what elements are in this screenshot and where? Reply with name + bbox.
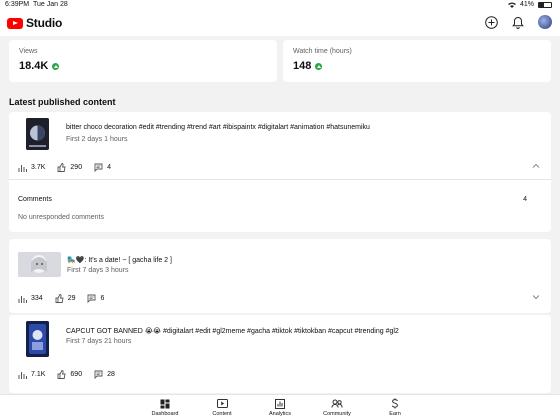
views-metric: 3.7K <box>18 164 45 172</box>
watch-time-card[interactable]: Watch time (hours) 148 <box>283 40 551 82</box>
comments-count: 4 <box>523 196 527 203</box>
trend-up-icon <box>315 62 323 70</box>
thumbnail-image-icon <box>26 321 49 357</box>
comment-icon <box>94 163 103 172</box>
dashboard-scroll[interactable]: Views 18.4K Watch time (hours) 148 Lates… <box>0 36 560 394</box>
no-unresponded-comments: No unresponded comments <box>18 214 104 221</box>
chevron-up-icon[interactable] <box>531 161 541 171</box>
analytics-icon <box>18 295 27 303</box>
bottom-nav: Dashboard Content Analytics Community Ea… <box>0 394 560 420</box>
nav-content[interactable]: Content <box>197 398 247 417</box>
bell-icon[interactable] <box>511 15 525 29</box>
status-right: 41% <box>507 1 552 8</box>
divider <box>9 179 551 180</box>
chevron-down-icon[interactable] <box>531 292 541 302</box>
nav-dashboard[interactable]: Dashboard <box>140 398 190 417</box>
avatar[interactable] <box>538 15 552 29</box>
likes-metric: 290 <box>57 163 82 172</box>
thumbs-up-icon <box>55 294 64 303</box>
views-metric: 334 <box>18 295 43 303</box>
analytics-icon <box>18 164 27 172</box>
views-metric: 7.1K <box>18 371 45 379</box>
video-title[interactable]: 🛼🖤: It's a date! ~ [ gacha life 2 ] <box>67 256 172 264</box>
add-icon[interactable] <box>484 15 498 29</box>
video-metrics: 3.7K 290 4 <box>18 163 123 172</box>
stat-label: Watch time (hours) <box>293 48 352 55</box>
content-icon <box>197 398 247 409</box>
video-metrics: 334 29 6 <box>18 294 116 303</box>
video-card[interactable]: CAPCUT GOT BANNED 😭😭 #digitalart #edit #… <box>9 315 551 393</box>
analytics-icon <box>18 371 27 379</box>
analytics-icon <box>255 398 305 409</box>
nav-community[interactable]: Community <box>312 398 362 417</box>
video-thumbnail[interactable] <box>26 321 49 357</box>
battery-icon <box>538 1 552 8</box>
video-title[interactable]: CAPCUT GOT BANNED 😭😭 #digitalart #edit #… <box>66 327 399 335</box>
comments-metric: 4 <box>94 163 111 172</box>
status-time: 6:39PM Tue Jan 28 <box>5 1 68 8</box>
video-meta: First 7 days 3 hours <box>67 267 129 274</box>
video-meta: First 7 days 21 hours <box>66 338 132 345</box>
video-card[interactable]: bitter choco decoration #edit #trending … <box>9 112 551 232</box>
comment-icon <box>94 370 103 379</box>
thumbs-up-icon <box>57 370 66 379</box>
video-thumbnail[interactable] <box>26 118 49 150</box>
community-icon <box>312 398 362 409</box>
app-bar-actions <box>484 15 552 29</box>
video-thumbnail[interactable] <box>18 252 61 277</box>
earn-icon <box>370 398 420 409</box>
stat-value: 18.4K <box>19 60 267 72</box>
section-title: Latest published content <box>9 97 116 107</box>
wifi-icon <box>507 2 516 8</box>
youtube-logo-icon <box>7 17 23 29</box>
app-bar: Studio <box>0 10 560 36</box>
thumbnail-image-icon <box>18 252 61 277</box>
comments-metric: 6 <box>87 294 104 303</box>
likes-metric: 29 <box>55 294 75 303</box>
nav-label: Earn <box>389 411 401 417</box>
nav-label: Analytics <box>268 411 291 417</box>
thumbnail-image-icon <box>26 118 49 150</box>
comments-metric: 28 <box>94 370 115 379</box>
comment-icon <box>88 294 96 303</box>
stat-value: 148 <box>293 60 541 72</box>
video-title[interactable]: bitter choco decoration #edit #trending … <box>66 124 370 131</box>
nav-analytics[interactable]: Analytics <box>255 398 305 417</box>
nav-label: Dashboard <box>151 411 179 417</box>
stat-label: Views <box>19 48 38 55</box>
dashboard-icon <box>140 398 190 409</box>
video-meta: First 2 days 1 hours <box>66 136 128 143</box>
battery-percent: 41% <box>519 1 534 8</box>
comments-label[interactable]: Comments <box>18 196 52 203</box>
status-bar: 6:39PM Tue Jan 28 41% <box>0 0 560 10</box>
views-card[interactable]: Views 18.4K <box>9 40 277 82</box>
studio-logo[interactable]: Studio <box>7 16 62 30</box>
video-metrics: 7.1K 690 28 <box>18 370 127 379</box>
video-card[interactable]: 🛼🖤: It's a date! ~ [ gacha life 2 ] Firs… <box>9 239 551 313</box>
thumbs-up-icon <box>57 163 66 172</box>
logo-text: Studio <box>26 16 63 30</box>
nav-label: Community <box>323 411 351 417</box>
likes-metric: 690 <box>57 370 82 379</box>
trend-up-icon <box>52 62 60 70</box>
nav-earn[interactable]: Earn <box>370 398 420 417</box>
nav-label: Content <box>212 411 232 417</box>
